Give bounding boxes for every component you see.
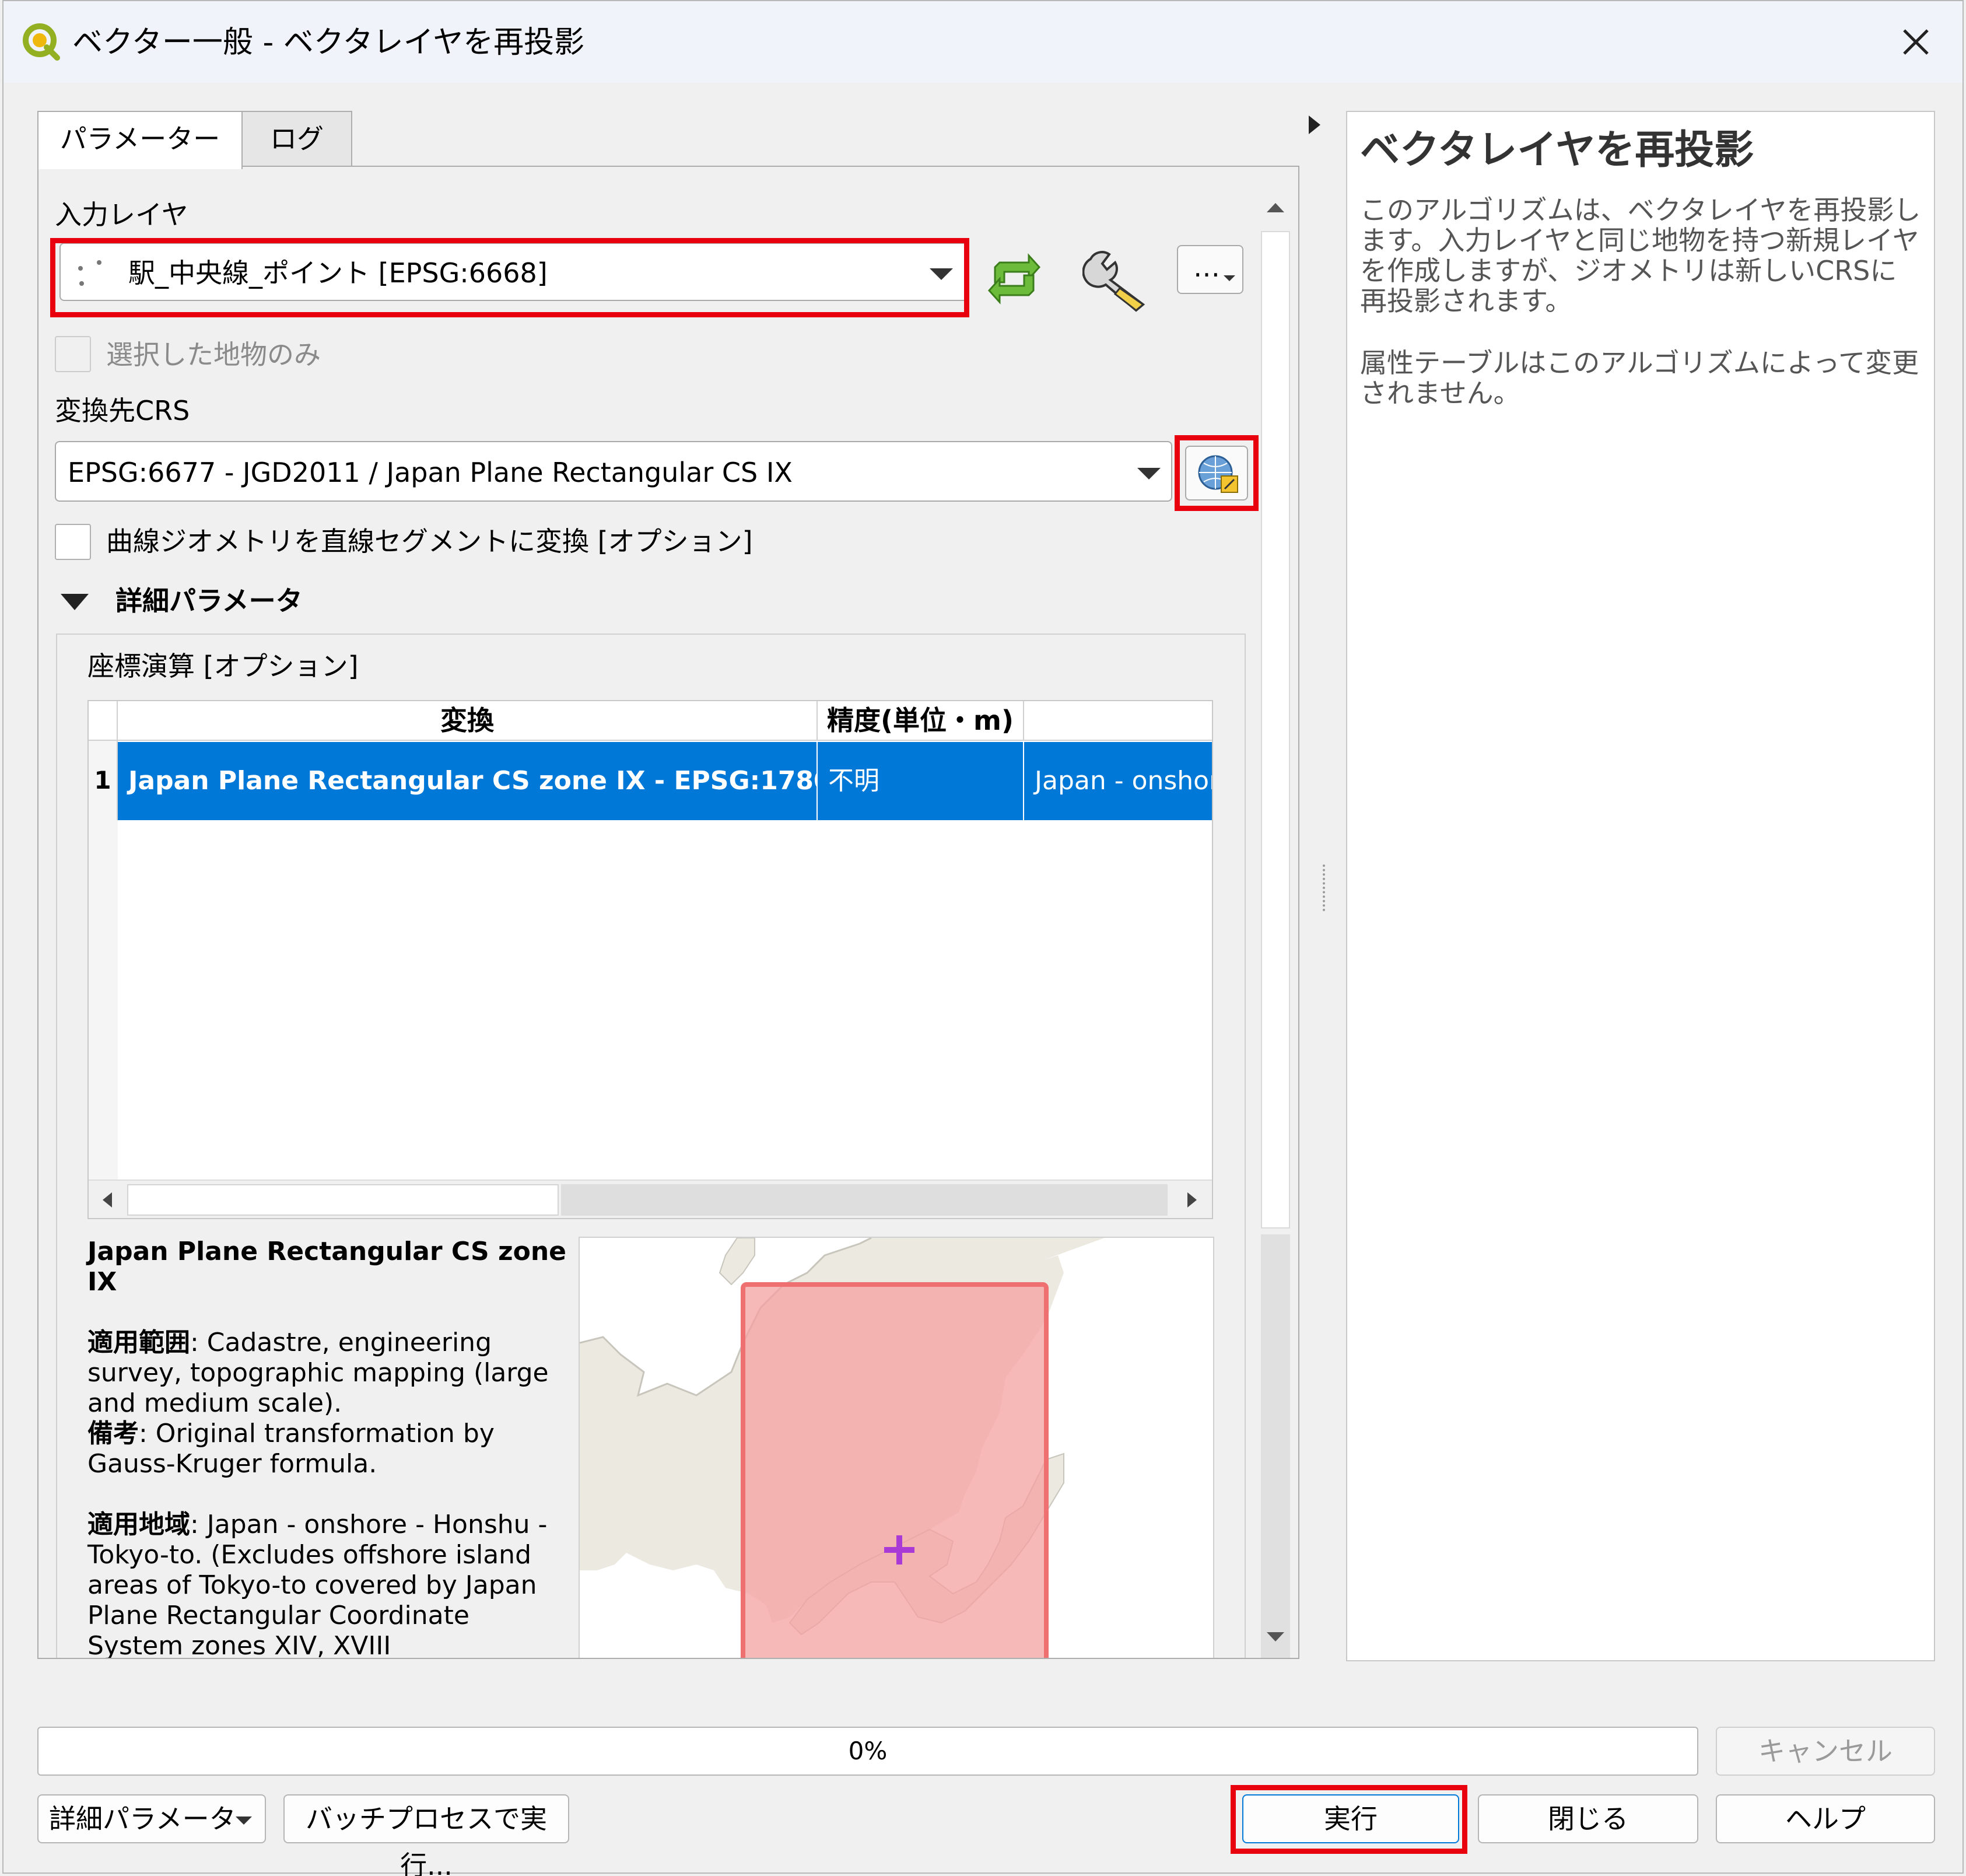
column-header-transform[interactable]: 変換 [118, 701, 818, 741]
wrench-icon[interactable] [1082, 244, 1152, 314]
column-header-accuracy[interactable]: 精度(単位・m) [818, 701, 1024, 741]
tab-log[interactable]: ログ [241, 111, 352, 167]
scroll-down-icon[interactable] [1255, 1619, 1296, 1654]
chevron-down-icon [1224, 275, 1235, 281]
remarks-label: 備考 [87, 1419, 139, 1448]
selected-only-label: 選択した地物のみ [106, 339, 321, 370]
processing-dialog: ベクター一般 - ベクタレイヤを再投影 パラメーター ログ 入力レイヤ 駅_中央… [2, 0, 1964, 1876]
help-paragraph-2: 属性テーブルはこのアルゴリズムによって変更されません。 [1360, 347, 1919, 409]
help-button[interactable]: ヘルプ [1716, 1794, 1935, 1843]
area-label: 適用地域 [87, 1510, 190, 1539]
operation-details: Japan Plane Rectangular CS zone IX 適用範囲:… [87, 1237, 572, 1658]
title-bar: ベクター一般 - ベクタレイヤを再投影 [3, 1, 1963, 83]
scroll-track[interactable] [1261, 1234, 1290, 1658]
horizontal-scrollbar[interactable] [89, 1180, 1212, 1218]
splitter-toggle-icon[interactable] [1309, 116, 1320, 134]
tab-parameters[interactable]: パラメーター [37, 111, 243, 169]
target-crs-value: EPSG:6677 - JGD2011 / Japan Plane Rectan… [68, 457, 793, 488]
vertical-scrollbar[interactable] [1255, 190, 1296, 1658]
table-row-transform[interactable]: Japan Plane Rectangular CS zone IX - EPS… [118, 742, 818, 820]
table-corner [89, 701, 118, 741]
japan-map [580, 1238, 1213, 1658]
chevron-down-icon [1137, 468, 1161, 480]
scope-label: 適用範囲 [87, 1328, 190, 1357]
scroll-left-icon[interactable] [93, 1185, 122, 1214]
curve-segment-checkbox[interactable] [55, 524, 91, 560]
input-layer-highlight [50, 238, 969, 317]
input-layer-label: 入力レイヤ [55, 199, 188, 230]
coordinate-operation-table[interactable]: 変換 精度(単位・m) 1 Japan Plane Rectangular CS… [87, 700, 1213, 1219]
target-crs-label: 変換先CRS [55, 395, 190, 426]
row-number[interactable]: 1 [89, 741, 118, 820]
progress-text: 0% [848, 1737, 888, 1765]
remarks-value: : Original transformation by Gauss-Kruge… [87, 1419, 495, 1479]
column-header-area[interactable] [1024, 701, 1212, 741]
help-panel: ベクタレイヤを再投影 このアルゴリズムは、ベクタレイヤを再投影します。入力レイヤ… [1346, 111, 1935, 1661]
parameters-panel: 入力レイヤ 駅_中央線_ポイント [EPSG:6668] … 選択した地物のみ … [37, 166, 1299, 1659]
batch-process-button[interactable]: バッチプロセスで実行... [283, 1794, 569, 1876]
options-button[interactable]: … [1177, 245, 1243, 294]
progress-bar: 0% [37, 1727, 1698, 1776]
chevron-down-icon [236, 1817, 252, 1825]
crs-select-button[interactable] [1185, 446, 1248, 501]
iterate-icon[interactable] [982, 250, 1046, 308]
target-crs-combo[interactable]: EPSG:6677 - JGD2011 / Japan Plane Rectan… [55, 441, 1172, 502]
scroll-up-icon[interactable] [1255, 190, 1296, 225]
details-title: Japan Plane Rectangular CS zone IX [87, 1237, 566, 1297]
help-body: このアルゴリズムは、ベクタレイヤを再投影します。入力レイヤと同じ地物を持つ新規レ… [1360, 195, 1921, 408]
scroll-thumb[interactable] [1261, 231, 1290, 1228]
advanced-menu-button[interactable]: 詳細パラメータ [37, 1794, 266, 1843]
curve-segment-label: 曲線ジオメトリを直線セグメントに変換 [オプション] [106, 526, 753, 557]
splitter-handle[interactable] [1323, 864, 1326, 911]
hscroll-thumb[interactable] [127, 1184, 559, 1216]
scroll-right-icon[interactable] [1177, 1185, 1206, 1214]
coordinate-operation-label: 座標演算 [オプション] [87, 650, 359, 682]
hscroll-track[interactable] [561, 1184, 1168, 1216]
advanced-parameters-header[interactable]: 詳細パラメータ [115, 583, 303, 618]
help-paragraph-1: このアルゴリズムは、ベクタレイヤを再投影します。入力レイヤと同じ地物を持つ新規レ… [1360, 194, 1921, 317]
qgis-icon [23, 23, 60, 61]
selected-only-checkbox[interactable] [55, 336, 91, 372]
table-row-accuracy[interactable]: 不明 [818, 742, 1024, 820]
crs-select-icon [1198, 455, 1238, 493]
close-button[interactable]: 閉じる [1478, 1794, 1698, 1843]
window-title: ベクター一般 - ベクタレイヤを再投影 [72, 25, 585, 60]
close-icon[interactable] [1893, 19, 1939, 65]
cancel-button[interactable]: キャンセル [1716, 1727, 1935, 1776]
run-button[interactable]: 実行 [1242, 1794, 1459, 1843]
extent-map [579, 1237, 1214, 1658]
row-header-gutter [89, 820, 118, 1182]
table-row-area[interactable]: Japan - onshore [1024, 742, 1212, 820]
collapse-arrow-icon[interactable] [58, 590, 91, 614]
help-title: ベクタレイヤを再投影 [1360, 127, 1754, 173]
